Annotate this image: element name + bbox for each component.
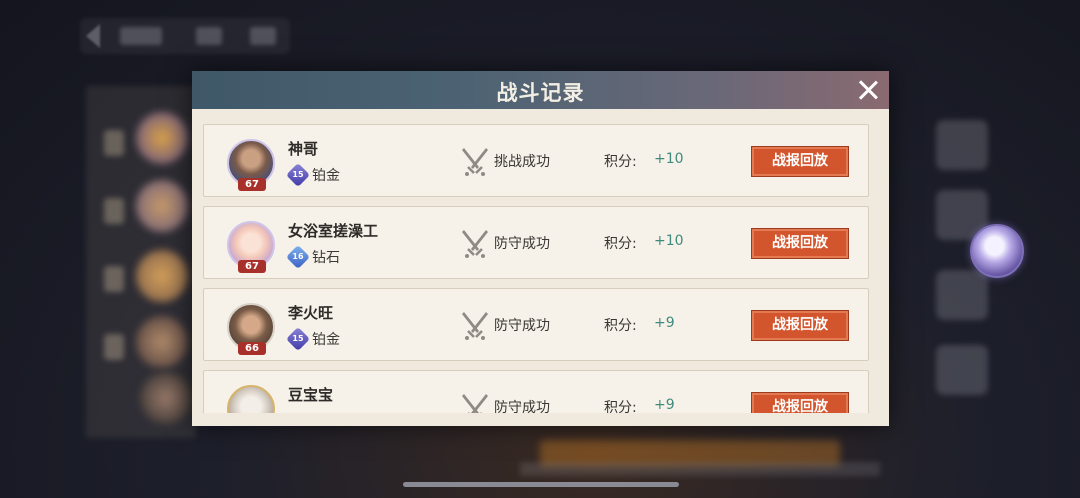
background-rank-number (104, 130, 124, 156)
opponent-avatar[interactable] (227, 385, 275, 413)
background-rank-avatar (136, 180, 188, 232)
background-side-button (936, 120, 988, 170)
background-rank-avatar (136, 316, 188, 368)
battle-result: 防守成功 (494, 236, 550, 252)
opponent-name: 李火旺 (288, 304, 334, 322)
background-bottom-text (520, 462, 880, 476)
crossed-swords-icon (462, 394, 488, 413)
score-value: +10 (654, 233, 684, 249)
opponent-name: 女浴室搓澡工 (288, 222, 379, 240)
battle-result: 防守成功 (494, 318, 550, 334)
background-rank-number (104, 198, 124, 224)
battle-record-list[interactable]: 67 神哥 15 铂金 挑战成功 积分: +10 战报回放 67 女浴室搓澡工 … (203, 120, 877, 413)
background-rank-avatar (140, 372, 192, 424)
score-value: +10 (654, 151, 684, 167)
close-icon[interactable] (857, 79, 879, 101)
battle-record-row: 豆宝宝 防守成功 积分: +9 战报回放 (203, 370, 869, 413)
crossed-swords-icon (462, 148, 488, 176)
tier-number: 15 (292, 334, 304, 343)
score-label: 积分: (604, 400, 637, 413)
home-indicator[interactable] (403, 482, 679, 487)
dialog-title: 战斗记录 (496, 80, 585, 105)
level-badge: 67 (238, 178, 266, 191)
background-rank-number (104, 334, 124, 360)
floating-assistant-avatar[interactable] (970, 224, 1024, 278)
background-rank-avatar (136, 112, 188, 164)
background-chip (120, 27, 162, 45)
background-side-button (936, 270, 988, 320)
level-badge: 67 (238, 260, 266, 273)
background-back-icon (86, 24, 100, 48)
tier-name: 铂金 (312, 332, 340, 348)
replay-button[interactable]: 战报回放 (751, 228, 849, 259)
replay-button[interactable]: 战报回放 (751, 310, 849, 341)
background-rank-avatar (136, 250, 188, 302)
crossed-swords-icon (462, 230, 488, 258)
replay-button[interactable]: 战报回放 (751, 392, 849, 413)
score-value: +9 (654, 397, 675, 413)
score-label: 积分: (604, 236, 637, 252)
replay-button[interactable]: 战报回放 (751, 146, 849, 177)
battle-result: 防守成功 (494, 400, 550, 413)
battle-record-row: 67 女浴室搓澡工 16 钻石 防守成功 积分: +10 战报回放 (203, 206, 869, 279)
battle-record-row: 67 神哥 15 铂金 挑战成功 积分: +10 战报回放 (203, 124, 869, 197)
background-side-button (936, 345, 988, 395)
opponent-name: 豆宝宝 (288, 386, 334, 404)
battle-result: 挑战成功 (494, 154, 550, 170)
score-value: +9 (654, 315, 675, 331)
opponent-name: 神哥 (288, 140, 319, 158)
tier-name: 钻石 (312, 250, 340, 266)
crossed-swords-icon (462, 312, 488, 340)
score-label: 积分: (604, 154, 637, 170)
tier-name: 铂金 (312, 168, 340, 184)
battle-record-dialog: 战斗记录 67 神哥 15 铂金 挑战成功 积分: +10 战报回放 67 女浴… (192, 71, 889, 426)
score-label: 积分: (604, 318, 637, 334)
background-chip (250, 27, 276, 45)
background-rank-number (104, 266, 124, 292)
tier-number: 15 (292, 170, 304, 179)
tier-number: 16 (292, 252, 304, 261)
level-badge: 66 (238, 342, 266, 355)
background-chip (196, 27, 222, 45)
dialog-header: 战斗记录 (192, 71, 889, 109)
battle-record-row: 66 李火旺 15 铂金 防守成功 积分: +9 战报回放 (203, 288, 869, 361)
